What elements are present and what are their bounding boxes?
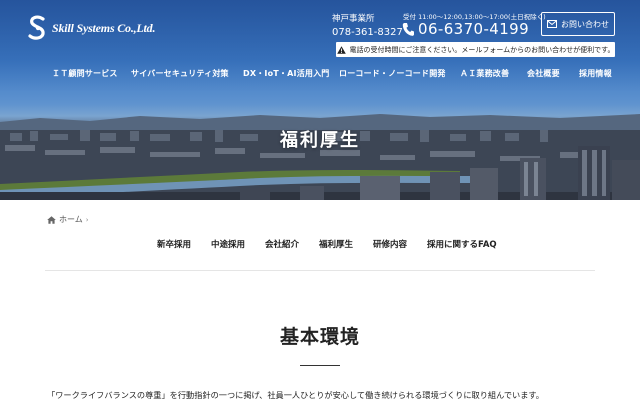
home-icon <box>47 215 56 224</box>
main-nav: ＩＴ顧問サービス サイバーセキュリティ対策 DX・IoT・AI活用入門 ローコー… <box>34 68 626 82</box>
subnav-item-mid-career[interactable]: 中途採用 <box>211 238 245 250</box>
nav-item-company[interactable]: 会社概要 <box>527 68 560 79</box>
nav-item-recruit[interactable]: 採用情報 <box>579 68 612 79</box>
subnav-item-benefits[interactable]: 福利厚生 <box>319 238 353 250</box>
subnav-item-faq[interactable]: 採用に関するFAQ <box>427 238 497 250</box>
main-tel-link[interactable]: 06-6370-4199 <box>402 20 529 38</box>
heading-underline <box>300 365 340 366</box>
section-body-text: 「ワークライフバランスの尊重」を行動指針の一つに掲げ、社員一人ひとりが安心して働… <box>47 390 544 400</box>
office-name: 神戸事業所 <box>332 14 375 24</box>
page-title: 福利厚生 <box>280 130 360 151</box>
phone-notice-banner: 電話の受付時間にご注意ください。メールフォームからのお問い合わせが便利です。 <box>336 42 615 57</box>
main-tel-number: 06-6370-4199 <box>418 20 530 38</box>
subnav-item-new-grad[interactable]: 新卒採用 <box>157 238 191 250</box>
notice-text: 電話の受付時間にご注意ください。メールフォームからのお問い合わせが便利です。 <box>349 45 615 54</box>
nav-item-low-code[interactable]: ローコード・ノーコード開発 <box>339 68 446 79</box>
recruit-subnav: 新卒採用 中途採用 会社紹介 福利厚生 研修内容 採用に関するFAQ <box>0 238 640 252</box>
subnav-divider <box>45 270 595 271</box>
nav-item-it-advisory[interactable]: ＩＴ顧問サービス <box>52 68 118 79</box>
mail-icon <box>547 20 557 28</box>
contact-button-label: お問い合わせ <box>561 19 609 29</box>
breadcrumb-separator: › <box>85 215 89 224</box>
logo-text: Skill Systems Co.,Ltd. <box>52 20 156 35</box>
breadcrumb-home[interactable]: ホーム <box>59 214 83 225</box>
nav-item-dx-iot-ai[interactable]: DX・IoT・AI活用入門 <box>243 68 330 79</box>
office-tel[interactable]: 078-361-8327 <box>332 26 403 39</box>
nav-item-ai-improvement[interactable]: ＡＩ業務改善 <box>460 68 509 79</box>
office-info: 神戸事業所 078-361-8327 <box>332 13 403 39</box>
phone-icon <box>402 23 414 36</box>
breadcrumb: ホーム › <box>47 214 89 225</box>
warning-icon <box>336 45 346 54</box>
subnav-item-company-intro[interactable]: 会社紹介 <box>265 238 299 250</box>
nav-item-cyber-security[interactable]: サイバーセキュリティ対策 <box>131 68 229 79</box>
section-heading: 基本環境 <box>279 326 360 348</box>
site-logo[interactable]: Skill Systems Co.,Ltd. <box>26 14 155 42</box>
contact-button[interactable]: お問い合わせ <box>541 12 615 36</box>
subnav-item-training[interactable]: 研修内容 <box>373 238 407 250</box>
hero-banner: Skill Systems Co.,Ltd. 神戸事業所 078-361-832… <box>0 0 640 200</box>
logo-mark-icon <box>28 15 45 40</box>
